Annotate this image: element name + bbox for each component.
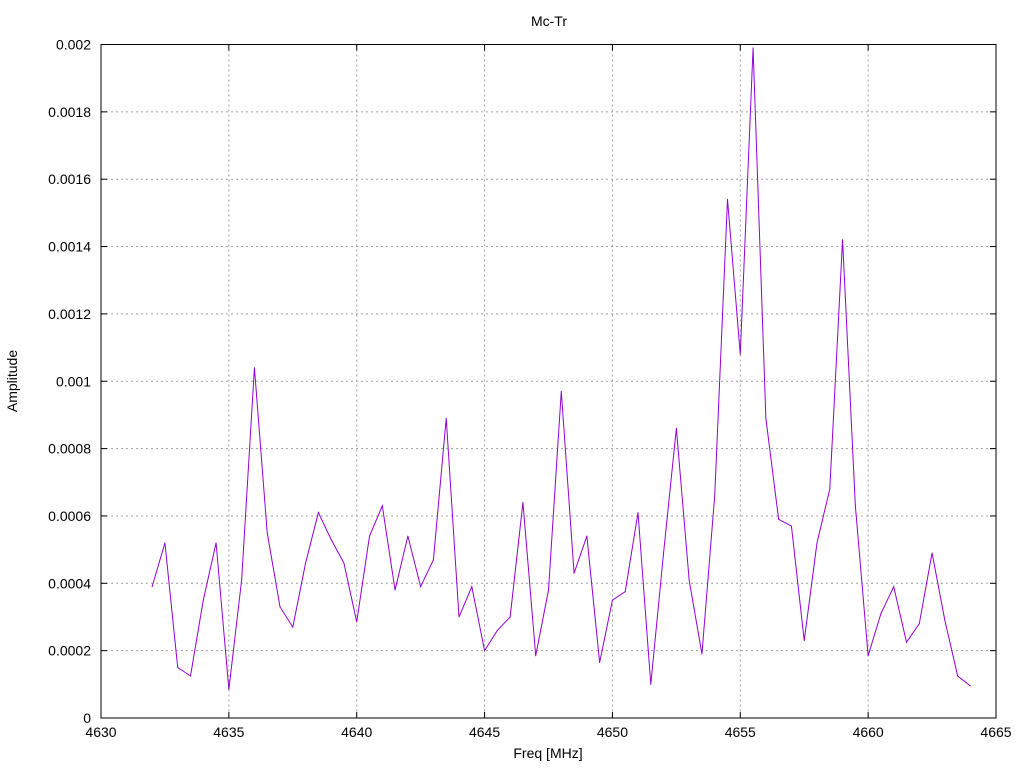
data-point	[560, 390, 562, 392]
data-point	[356, 621, 358, 623]
x-tick-label: 4660	[853, 724, 884, 740]
data-point	[778, 518, 780, 520]
data-point	[663, 552, 665, 554]
data-point	[803, 640, 805, 642]
data-point	[675, 427, 677, 429]
data-point	[611, 599, 613, 601]
data-point	[637, 512, 639, 514]
y-tick-label: 0	[83, 710, 91, 726]
data-point	[842, 239, 844, 241]
data-point	[650, 683, 652, 685]
data-point	[727, 198, 728, 200]
y-tick-label: 0.002	[56, 37, 91, 53]
data-point	[471, 586, 473, 588]
y-tick-label: 0.0008	[48, 441, 91, 457]
data-point	[151, 586, 153, 588]
data-point	[573, 572, 575, 574]
data-point	[880, 613, 882, 615]
data-point	[790, 525, 792, 527]
chart-title: Mc-Tr	[531, 13, 567, 29]
data-point	[177, 666, 179, 668]
data-point	[906, 641, 907, 643]
y-tick-label: 0.001	[56, 373, 91, 389]
data-point	[701, 653, 703, 655]
data-point	[829, 488, 831, 490]
data-point	[330, 539, 332, 541]
data-point	[931, 552, 933, 554]
data-point	[509, 616, 511, 618]
chart: Mc-Tr 4630 4635 4640 4645 4650 4655 4660 4665 0…	[4, 13, 1012, 761]
data-point	[548, 589, 549, 591]
data-point	[586, 535, 588, 537]
data-point	[765, 417, 767, 419]
data-point	[228, 688, 230, 690]
data-point	[445, 417, 447, 419]
data-point	[420, 586, 422, 588]
data-point	[202, 599, 204, 601]
data-point	[496, 629, 498, 631]
data-point	[407, 535, 409, 537]
data-point	[893, 586, 895, 588]
x-tick-label: 4640	[341, 724, 372, 740]
data-point	[266, 532, 268, 534]
data-point	[688, 579, 690, 581]
data-point	[292, 626, 294, 628]
x-tick-label: 4635	[213, 724, 244, 740]
data-point	[522, 501, 524, 503]
y-axis-label: Amplitude	[4, 350, 20, 412]
y-tick-label: 0.0002	[48, 643, 91, 659]
data-point	[343, 562, 345, 564]
data-point	[484, 650, 486, 652]
data-point	[624, 591, 626, 593]
data-point	[854, 505, 856, 507]
grid	[101, 44, 996, 718]
data-point	[944, 619, 946, 621]
data-point	[241, 579, 243, 581]
y-tick-labels: 0 0.0002 0.0004 0.0006 0.0008 0.001 0.0012 0.00…	[48, 37, 91, 727]
data-point	[317, 512, 319, 514]
data-point	[752, 47, 754, 49]
x-tick-label: 4650	[597, 724, 628, 740]
data-point	[599, 661, 601, 663]
data-point	[394, 589, 396, 591]
y-tick-label: 0.0006	[48, 508, 91, 524]
data-point	[215, 542, 217, 544]
series-group	[151, 47, 971, 690]
data-point	[190, 675, 191, 677]
data-point	[432, 559, 434, 561]
x-axis-label: Freq [MHz]	[513, 745, 582, 761]
data-point	[739, 353, 741, 355]
x-tick-label: 4665	[980, 724, 1011, 740]
data-point	[816, 542, 818, 544]
x-tick-label: 4645	[469, 724, 500, 740]
series-line	[151, 47, 971, 690]
data-point	[279, 606, 281, 608]
data-point	[918, 623, 920, 625]
x-tick-label: 4655	[725, 724, 756, 740]
data-point	[957, 675, 959, 677]
data-point	[458, 616, 460, 618]
y-tick-label: 0.0012	[48, 306, 91, 322]
data-point	[164, 542, 166, 544]
data-point	[381, 505, 383, 507]
data-point	[714, 495, 716, 497]
data-point	[369, 535, 370, 537]
data-point	[253, 367, 255, 369]
y-tick-label: 0.0004	[48, 575, 91, 591]
y-tick-label: 0.0014	[48, 239, 91, 255]
data-point	[867, 655, 869, 657]
data-point	[305, 562, 307, 564]
y-tick-label: 0.0018	[48, 104, 91, 120]
x-tick-labels: 4630 4635 4640 4645 4650 4655 4660 4665	[85, 724, 1011, 740]
x-tick-label: 4630	[85, 724, 116, 740]
data-point	[535, 655, 537, 657]
data-point	[969, 685, 971, 687]
y-tick-label: 0.0016	[48, 171, 91, 187]
